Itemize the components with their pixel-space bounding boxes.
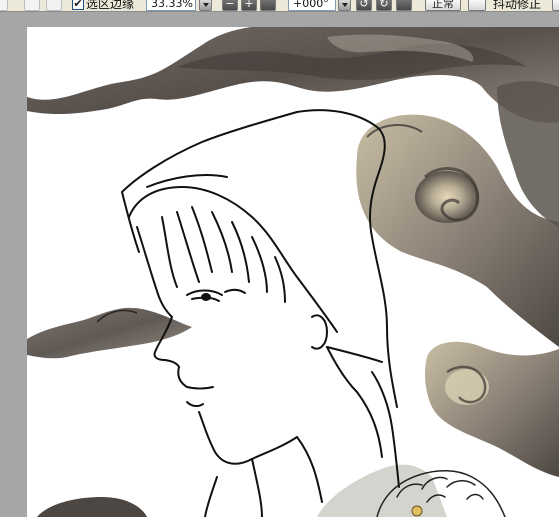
selection-edge-label: 选区边缘 xyxy=(86,0,135,11)
rotate-right-icon[interactable]: ↻ xyxy=(376,0,392,11)
second-character-eye xyxy=(411,505,423,517)
fit-window-icon[interactable] xyxy=(260,0,276,11)
zoom-out-icon[interactable]: − xyxy=(222,0,238,11)
smoke-lower-right xyxy=(424,341,559,477)
zoom-in-icon[interactable]: + xyxy=(241,0,257,11)
canvas-toolbar: ✔ 选区边缘 33.33% − + +000° ↺ ↻ 正常 抖动修正 xyxy=(0,0,559,12)
rotation-input[interactable]: +000° xyxy=(288,0,336,11)
rotate-left-icon[interactable]: ↺ xyxy=(356,0,372,11)
zoom-dropdown-chevron-icon[interactable] xyxy=(199,0,212,11)
flip-horizontal-icon[interactable] xyxy=(24,0,40,11)
previous-tool-icon[interactable] xyxy=(0,0,8,11)
selection-edge-checkbox[interactable]: ✔ xyxy=(72,0,84,10)
blend-mode-button[interactable]: 正常 xyxy=(425,0,461,11)
stabilizer-icon[interactable] xyxy=(468,0,486,11)
smoke-bottom-left xyxy=(37,497,147,517)
artwork-illustration xyxy=(27,27,559,517)
stabilizer-dropdown[interactable] xyxy=(552,0,559,11)
drawing-canvas[interactable] xyxy=(27,27,559,517)
stabilizer-label: 抖动修正 xyxy=(493,0,542,11)
zoom-input[interactable]: 33.33% xyxy=(146,0,196,11)
canvas-workspace[interactable] xyxy=(0,12,559,517)
reset-rotation-icon[interactable] xyxy=(396,0,412,11)
rotation-dropdown-chevron-icon[interactable] xyxy=(338,0,351,11)
smoke-top-band xyxy=(27,27,559,123)
flip-vertical-icon[interactable] xyxy=(46,0,62,11)
smoke-left-wisp xyxy=(27,307,192,359)
